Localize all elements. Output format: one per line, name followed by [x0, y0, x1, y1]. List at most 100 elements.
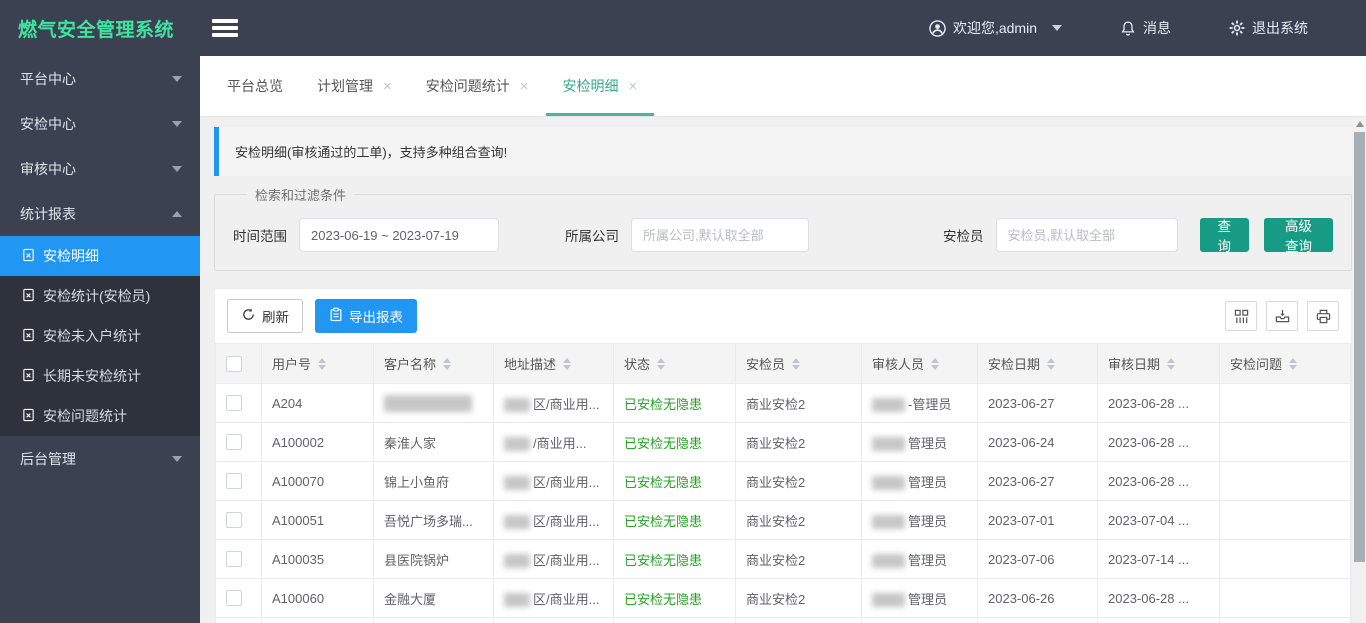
cell-check-date: 2023-06-24 [977, 422, 1098, 462]
column-header-0[interactable]: 用户号 [261, 343, 374, 384]
sidebar-subitem-1[interactable]: 安检统计(安检员) [0, 276, 200, 316]
sidebar-subitem-0[interactable]: 安检明细 [0, 236, 200, 276]
chevron-down-icon [172, 75, 182, 82]
sidebar-subitem-4[interactable]: 安检问题统计 [0, 396, 200, 436]
table-panel: 刷新 导出报表 用户号 客户名称 地址描述 状态 安检员 审核人员 安检日期 审… [214, 288, 1352, 623]
export-data-icon[interactable] [1266, 301, 1298, 331]
inspection-table: 用户号 客户名称 地址描述 状态 安检员 审核人员 安检日期 审核日期 安检问题 A204 区/商… [215, 343, 1351, 623]
column-header-8[interactable]: 安检问题 [1219, 343, 1351, 384]
cell-inspector: 商业安检2 [735, 500, 862, 540]
select-all-checkbox[interactable] [226, 355, 242, 372]
scrollbar-up-arrow[interactable] [1353, 117, 1366, 131]
sidebar-subitem-label: 安检明细 [43, 248, 99, 264]
sidebar-item-1[interactable]: 安检中心 [0, 101, 200, 146]
tab-3[interactable]: 安检明细 × [545, 56, 655, 116]
sort-icon[interactable] [1289, 357, 1298, 370]
redacted-text [872, 593, 905, 608]
columns-icon[interactable] [1225, 301, 1257, 331]
cell-review-date: 2023-07-14 ... [1097, 539, 1220, 579]
sort-icon[interactable] [443, 357, 452, 370]
messages-button[interactable]: 消息 [1120, 18, 1171, 38]
refresh-button[interactable]: 刷新 [227, 299, 303, 333]
filter-legend: 检索和过滤条件 [255, 188, 347, 203]
hamburger-menu-icon[interactable] [212, 19, 238, 37]
sidebar-subitem-3[interactable]: 长期未安检统计 [0, 356, 200, 396]
tab-1[interactable]: 计划管理 × [300, 56, 409, 116]
column-header-7[interactable]: 审核日期 [1097, 343, 1220, 384]
column-header-3[interactable]: 状态 [613, 343, 736, 384]
cell-review-date: 2023-06-28 ... [1097, 383, 1220, 423]
sidebar-item-3[interactable]: 统计报表 [0, 191, 200, 236]
chevron-down-icon [172, 120, 182, 127]
refresh-label: 刷新 [262, 310, 289, 325]
sort-icon[interactable] [657, 357, 666, 370]
tab-0[interactable]: 平台总览 [210, 56, 300, 116]
customer-text: 秦淮人家 [384, 435, 437, 451]
column-header-2[interactable]: 地址描述 [493, 343, 614, 384]
print-icon[interactable] [1307, 301, 1339, 331]
cell-check-date: 2023-07-01 [977, 500, 1098, 540]
cell-review-date: 2023-07-04 ... [1097, 500, 1220, 540]
advanced-search-button[interactable]: 高级查询 [1264, 218, 1333, 254]
row-checkbox[interactable] [226, 395, 242, 412]
column-header-label: 客户名称 [384, 357, 437, 372]
column-header-1[interactable]: 客户名称 [373, 343, 494, 384]
gear-icon [1229, 20, 1245, 36]
table-row: A100051 吾悦广场多瑞... 区/商业用... 已安检无隐患 商业安检2 管理员 20… [215, 500, 1351, 540]
sort-icon[interactable] [563, 357, 572, 370]
inspector-input[interactable] [995, 218, 1178, 252]
sidebar-subitem-2[interactable]: 安检未入户统计 [0, 316, 200, 356]
cell-customer: 锦上小鱼府 [373, 461, 494, 501]
column-header-6[interactable]: 安检日期 [977, 343, 1098, 384]
sort-icon[interactable] [1167, 357, 1176, 370]
row-checkbox[interactable] [226, 512, 242, 529]
row-checkbox[interactable] [226, 551, 242, 568]
date-range-input[interactable] [299, 218, 499, 252]
export-report-button[interactable]: 导出报表 [315, 299, 417, 333]
tab-close-icon[interactable]: × [629, 78, 638, 95]
filter-panel: 检索和过滤条件 时间范围 所属公司 安检员 查询 高级查询 [214, 185, 1352, 271]
status-badge: 已安检无隐患 [624, 591, 703, 607]
scrollbar-thumb[interactable] [1354, 132, 1365, 562]
row-checkbox[interactable] [226, 590, 242, 607]
cell-issues [1219, 578, 1351, 618]
company-input[interactable] [631, 218, 809, 252]
column-header-5[interactable]: 审核人员 [861, 343, 978, 384]
user-menu[interactable]: 欢迎您,admin [929, 18, 1062, 38]
column-header-label: 地址描述 [504, 357, 557, 372]
tab-2[interactable]: 安检问题统计 × [409, 56, 546, 116]
top-header: 燃气安全管理系统 欢迎您,admin 消息 退出系统 [0, 0, 1366, 56]
sort-icon[interactable] [931, 357, 940, 370]
sort-icon[interactable] [1047, 357, 1056, 370]
status-badge: 已安检无隐患 [624, 552, 703, 568]
column-header-4[interactable]: 安检员 [735, 343, 862, 384]
search-button[interactable]: 查询 [1199, 218, 1249, 254]
row-checkbox[interactable] [226, 473, 242, 490]
cell-address: /商业用... [493, 422, 614, 462]
cell-issues [1219, 422, 1351, 462]
info-banner: 安检明细(审核通过的工单)，支持多种组合查询! [214, 127, 1352, 176]
date-range-label: 时间范围 [233, 229, 287, 244]
app-root: 燃气安全管理系统 欢迎您,admin 消息 退出系统 平台中心 安检中心 审核中… [0, 0, 1366, 623]
refresh-icon [241, 307, 256, 325]
sidebar-item-4[interactable]: 后台管理 [0, 436, 200, 481]
tab-close-icon[interactable]: × [383, 78, 392, 95]
sidebar-item-0[interactable]: 平台中心 [0, 56, 200, 101]
sidebar-item-2[interactable]: 审核中心 [0, 146, 200, 191]
address-text: 区/商业用... [533, 591, 600, 607]
logout-button[interactable]: 退出系统 [1229, 18, 1308, 38]
sort-icon[interactable] [792, 357, 801, 370]
cell-status: 已安检无隐患 [613, 539, 736, 579]
column-header-label: 用户号 [272, 357, 312, 372]
row-checkbox[interactable] [226, 434, 242, 451]
redacted-text [872, 554, 905, 569]
address-text: 区/商业用... [533, 513, 600, 529]
redacted-text [504, 398, 530, 413]
sidebar-item-label: 后台管理 [20, 450, 76, 467]
cell-issues [1219, 500, 1351, 540]
tab-close-icon[interactable]: × [520, 78, 529, 95]
sort-icon[interactable] [318, 357, 327, 370]
cell-check-date: 2023-07-06 [977, 539, 1098, 579]
table-header-row: 用户号 客户名称 地址描述 状态 安检员 审核人员 安检日期 审核日期 安检问题 [215, 343, 1351, 384]
vertical-scrollbar[interactable] [1353, 117, 1366, 623]
